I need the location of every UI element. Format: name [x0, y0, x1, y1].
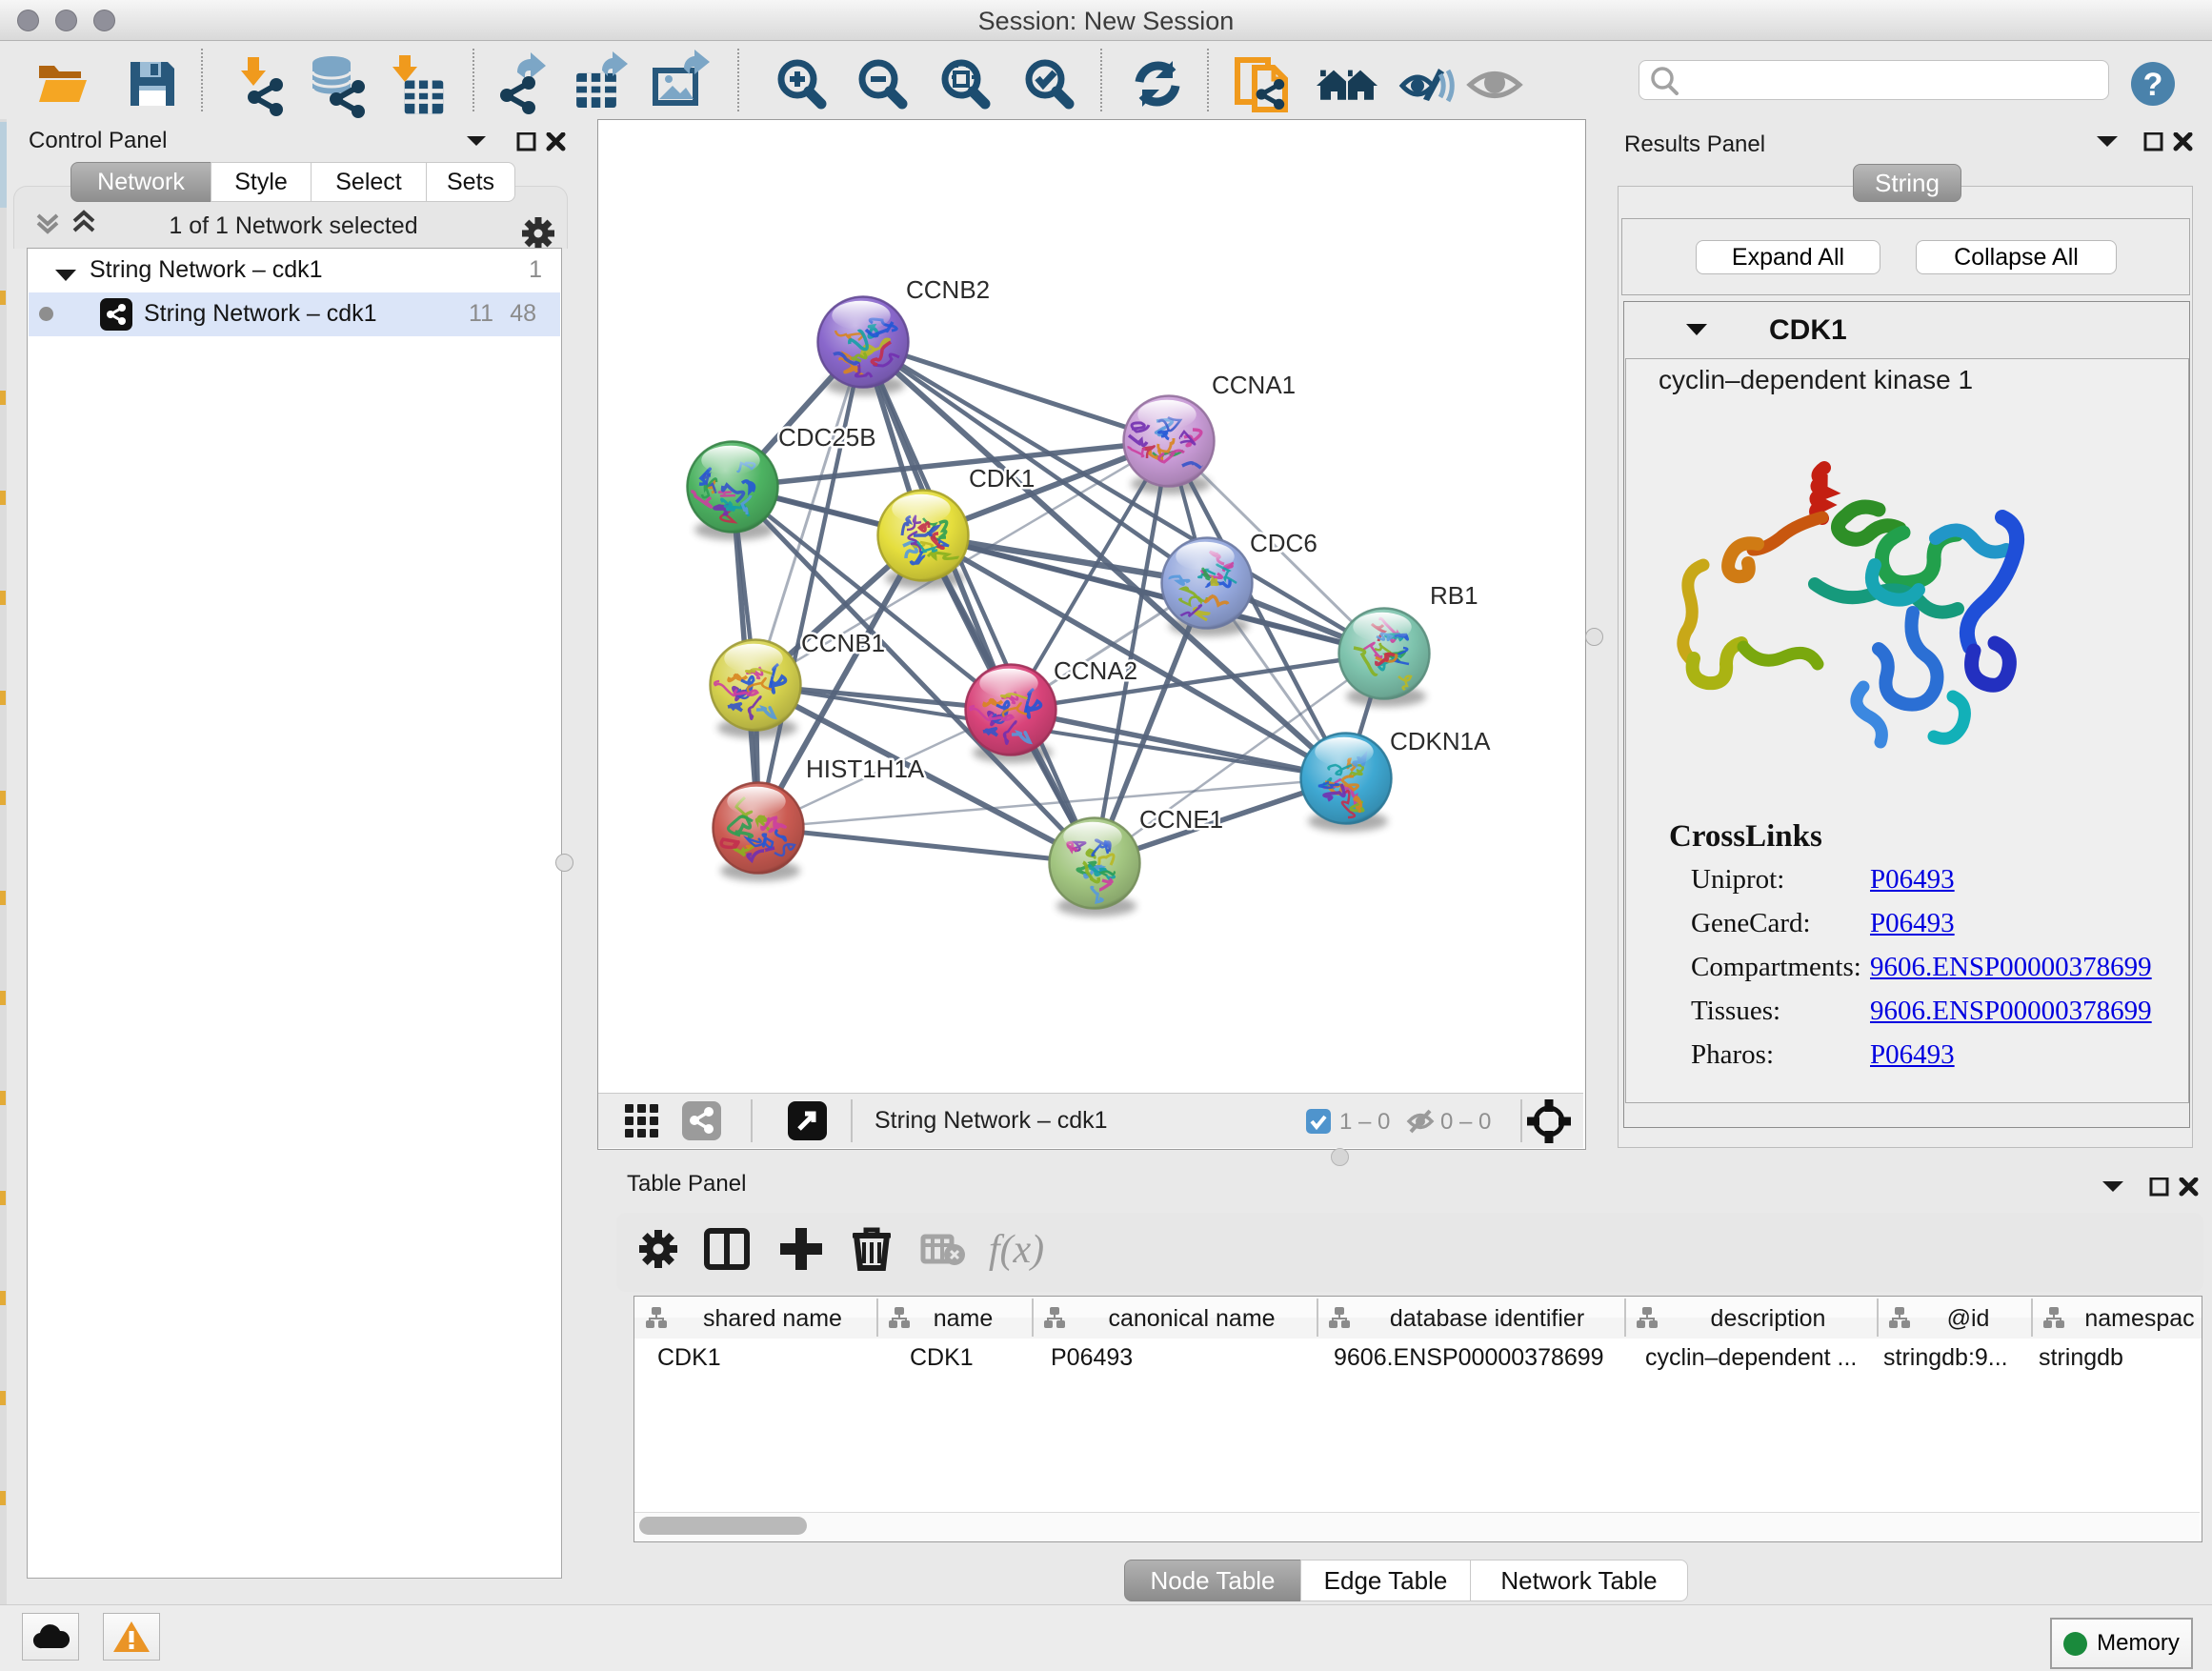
svg-text:database identifier: database identifier: [1390, 1305, 1584, 1332]
svg-text:CCNA2: CCNA2: [1054, 656, 1137, 685]
svg-text:RB1: RB1: [1430, 581, 1478, 610]
svg-text:CDC25B: CDC25B: [778, 423, 876, 452]
svg-text:shared name: shared name: [703, 1305, 842, 1332]
svg-text:CDKN1A: CDKN1A: [1390, 727, 1491, 755]
svg-text:namespac: namespac: [2084, 1305, 2194, 1332]
svg-text:@id: @id: [1947, 1305, 1990, 1332]
svg-text:CCNE1: CCNE1: [1139, 805, 1223, 834]
svg-text:CCNB2: CCNB2: [906, 275, 990, 304]
svg-text:canonical name: canonical name: [1108, 1305, 1275, 1332]
svg-text:?: ?: [2143, 67, 2163, 103]
svg-text:f(x): f(x): [989, 1228, 1044, 1272]
svg-text:CCNA1: CCNA1: [1212, 371, 1296, 399]
svg-text:CDK1: CDK1: [969, 464, 1035, 493]
svg-text:CDC6: CDC6: [1250, 529, 1317, 557]
svg-text:HIST1H1A: HIST1H1A: [806, 755, 925, 783]
svg-text:name: name: [934, 1305, 994, 1332]
svg-text:CCNB1: CCNB1: [801, 629, 885, 657]
svg-text:description: description: [1711, 1305, 1826, 1332]
